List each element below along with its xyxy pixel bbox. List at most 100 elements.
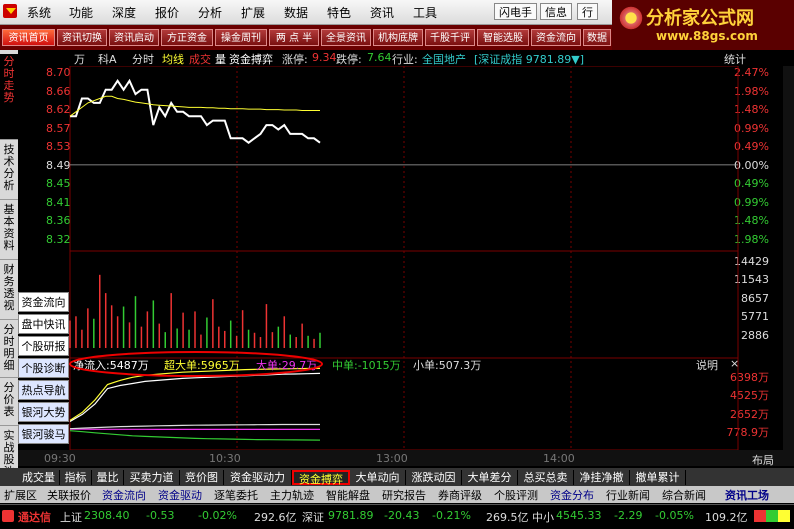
- zx-index: 4545.33: [556, 509, 602, 522]
- sidebar-item-intraday[interactable]: 分时走势: [0, 54, 18, 140]
- toolbar-button[interactable]: 两 点 半: [269, 29, 319, 46]
- toolbar-button[interactable]: 千股千评: [425, 29, 475, 46]
- header-liang: 量: [215, 51, 226, 67]
- float-item-galaxy-horse[interactable]: 银河骏马: [18, 424, 69, 444]
- sidebar-item-technical[interactable]: 技术分析: [0, 142, 18, 200]
- tab-auction[interactable]: 竞价图: [180, 470, 224, 485]
- sidebar-item-basic-info[interactable]: 基本资料: [0, 202, 18, 260]
- tab-big-diff[interactable]: 大单差分: [462, 470, 518, 485]
- zx-percent: -0.05%: [655, 509, 694, 522]
- sidebar-item-price-table[interactable]: 分价表: [0, 380, 18, 426]
- toolbar-button[interactable]: 资讯首页: [2, 29, 55, 46]
- sh-percent: -0.02%: [198, 509, 237, 522]
- status-bar: 通达信 上证 2308.40 -0.53 -0.02% 292.6亿 深证 97…: [0, 504, 794, 529]
- float-item-hot-topics[interactable]: 热点导航: [18, 380, 69, 400]
- tab-big-order[interactable]: 大单动向: [350, 470, 406, 485]
- chart-area: 8.70 8.66 8.62 8.57 8.53 8.49 8.45 8.41 …: [18, 66, 783, 450]
- explain-button[interactable]: 说明: [696, 357, 718, 373]
- toolbar-button[interactable]: 机构底牌: [373, 29, 423, 46]
- menu-tools[interactable]: 工具: [413, 4, 437, 21]
- menu-data[interactable]: 数据: [284, 4, 308, 21]
- app-icon[interactable]: [3, 4, 17, 18]
- layout-button[interactable]: 布局: [752, 452, 774, 468]
- sz-change: -20.43: [384, 509, 419, 522]
- tab2-item[interactable]: 主力轨迹: [270, 487, 314, 503]
- stats-button[interactable]: 统计: [724, 51, 746, 67]
- sz-index: 9781.89: [328, 509, 374, 522]
- tab-indicator[interactable]: 指标: [60, 470, 92, 485]
- time-tick: 09:30: [44, 452, 76, 465]
- toolbar-button[interactable]: 方正资金: [161, 29, 213, 46]
- flow-small: 小单:507.3万: [413, 357, 481, 373]
- sidebar-item-financial[interactable]: 财务透视: [0, 262, 18, 320]
- tab-buy-sell-force[interactable]: 买卖力道: [124, 470, 180, 485]
- flash-trade-button[interactable]: 闪电手: [494, 3, 537, 20]
- menu-quote[interactable]: 报价: [155, 4, 179, 21]
- header-chengjiao: 成交: [189, 51, 211, 67]
- tab-cancel-sum[interactable]: 撤单累计: [630, 470, 686, 485]
- toolbar-button[interactable]: 全景资讯: [321, 29, 371, 46]
- tab2-item[interactable]: 智能解盘: [326, 487, 370, 503]
- trade-button[interactable]: 行: [577, 3, 598, 20]
- tab-fund-game[interactable]: 资金搏弈: [292, 470, 350, 485]
- float-item-research[interactable]: 个股研报: [18, 336, 69, 356]
- float-item-diagnosis[interactable]: 个股诊断: [18, 358, 69, 378]
- info-button[interactable]: 信息: [540, 3, 572, 20]
- tab2-item[interactable]: 行业新闻: [606, 487, 650, 503]
- menu-analysis[interactable]: 分析: [198, 4, 222, 21]
- sz-percent: -0.21%: [432, 509, 471, 522]
- menu-extend[interactable]: 扩展: [241, 4, 265, 21]
- zx-change: -2.29: [614, 509, 642, 522]
- news-factory-button[interactable]: 资讯工场: [725, 487, 769, 503]
- tab2-item[interactable]: 综合新闻: [662, 487, 706, 503]
- menu-system[interactable]: 系统: [27, 4, 51, 21]
- float-item-fund-flow[interactable]: 资金流向: [18, 292, 69, 312]
- limit-down-label: 跌停:: [336, 51, 362, 67]
- chart-header: 万 科A 分时 均线 成交 量 资金搏弈 涨停: 9.34 跌停: 7.64 行…: [70, 51, 794, 66]
- sh-change: -0.53: [146, 509, 174, 522]
- tab2-item[interactable]: 资金驱动: [158, 487, 202, 503]
- brand-name: 通达信: [18, 509, 51, 525]
- menu-depth[interactable]: 深度: [112, 4, 136, 21]
- right-scrollbar[interactable]: [783, 66, 794, 466]
- price-line: [70, 81, 320, 143]
- tab2-item[interactable]: 资金流向: [102, 487, 146, 503]
- tab2-item[interactable]: 扩展区: [4, 487, 37, 503]
- toolbar-button[interactable]: 资讯切换: [57, 29, 107, 46]
- tab2-item[interactable]: 关联报价: [47, 487, 91, 503]
- toolbar-button[interactable]: 资金流向: [531, 29, 581, 46]
- toolbar-button[interactable]: 资讯启动: [109, 29, 159, 46]
- tab-move-cause[interactable]: 涨跌动因: [406, 470, 462, 485]
- menu-function[interactable]: 功能: [69, 4, 93, 21]
- time-tick: 10:30: [209, 452, 241, 465]
- tab2-item[interactable]: 逐笔委托: [214, 487, 258, 503]
- industry-label: 行业:: [392, 51, 418, 67]
- tdx-logo-icon: [2, 510, 14, 522]
- tab2-item[interactable]: 研究报告: [382, 487, 426, 503]
- time-axis: 09:30 10:30 13:00 14:00 布局: [18, 450, 794, 466]
- limit-up-value: 9.34: [312, 51, 337, 64]
- left-sidebar: 分时走势 技术分析 基本资料 财务透视 分时明细 分价表 实战股池: [0, 50, 18, 470]
- tab2-item[interactable]: 券商评级: [438, 487, 482, 503]
- header-fenshi[interactable]: 分时: [132, 51, 154, 67]
- toolbar-button[interactable]: 操金周刊: [215, 29, 267, 46]
- flow-net-line: [70, 373, 320, 421]
- float-item-galaxy-trend[interactable]: 银河大势: [18, 402, 69, 422]
- toolbar-button[interactable]: 数据: [583, 29, 611, 46]
- tab2-item[interactable]: 个股评测: [494, 487, 538, 503]
- tab-volume-ratio[interactable]: 量比: [92, 470, 124, 485]
- zx-label: 中小: [532, 509, 554, 525]
- float-item-flash-news[interactable]: 盘中快讯: [18, 314, 69, 334]
- close-icon[interactable]: ×: [730, 357, 739, 370]
- header-wan: 万: [74, 51, 85, 67]
- toolbar-button[interactable]: 智能选股: [477, 29, 529, 46]
- menu-news[interactable]: 资讯: [370, 4, 394, 21]
- header-junxian[interactable]: 均线: [162, 51, 184, 67]
- tab-total-buy-sell[interactable]: 总买总卖: [518, 470, 574, 485]
- tab-fund-drive[interactable]: 资金驱动力: [224, 470, 292, 485]
- tab-volume[interactable]: 成交量: [18, 470, 60, 485]
- menu-special[interactable]: 特色: [327, 4, 351, 21]
- sidebar-item-tick-detail[interactable]: 分时明细: [0, 322, 18, 378]
- tab-net-order[interactable]: 净挂净撤: [574, 470, 630, 485]
- tab2-item[interactable]: 资金分布: [550, 487, 594, 503]
